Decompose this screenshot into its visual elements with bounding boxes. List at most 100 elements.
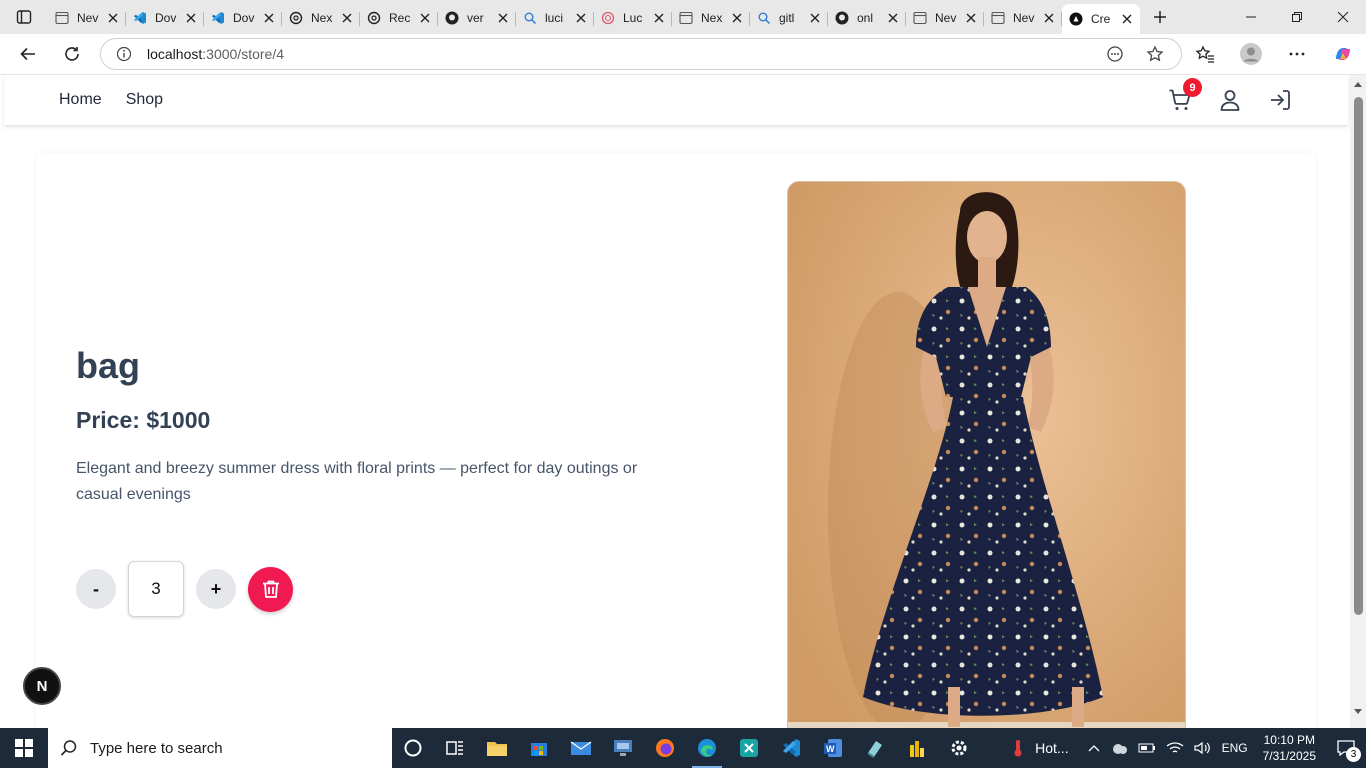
- language-indicator[interactable]: ENG: [1217, 728, 1253, 768]
- tab-close-icon[interactable]: [652, 11, 666, 25]
- openai-icon: [288, 10, 304, 26]
- notification-center-button[interactable]: 3: [1326, 728, 1366, 768]
- product-image: [787, 181, 1186, 728]
- firefox-icon[interactable]: [644, 728, 686, 768]
- taskbar-clock[interactable]: 10:10 PM 7/31/2025: [1253, 732, 1326, 764]
- vscode-icon: [132, 10, 148, 26]
- browser-tab[interactable]: luci: [516, 4, 594, 32]
- nav-link-shop[interactable]: Shop: [126, 91, 163, 109]
- scroll-up-arrow-icon[interactable]: [1353, 79, 1363, 89]
- tab-title: Dov: [155, 11, 177, 25]
- cart-button[interactable]: 9: [1166, 78, 1202, 114]
- favorites-icon[interactable]: [1182, 34, 1228, 74]
- tab-list: Nev Dov Dov Nex Rec ver luci Luc Nex gitl onl Nev Ne…: [48, 0, 1140, 34]
- more-options-icon[interactable]: [1274, 34, 1320, 74]
- file-explorer-icon[interactable]: [476, 728, 518, 768]
- tab-close-icon[interactable]: [496, 11, 510, 25]
- xampp-icon[interactable]: [728, 728, 770, 768]
- weather-icon[interactable]: [1006, 728, 1030, 768]
- edge-icon[interactable]: [686, 728, 728, 768]
- start-button[interactable]: [0, 728, 48, 768]
- browser-tab[interactable]: Rec: [360, 4, 438, 32]
- product-card: bag Price: $1000 Elegant and breezy summ…: [36, 153, 1316, 728]
- tab-close-icon[interactable]: [418, 11, 432, 25]
- browser-tab[interactable]: Nev: [48, 4, 126, 32]
- scroll-down-arrow-icon[interactable]: [1353, 707, 1363, 717]
- onedrive-icon[interactable]: [1105, 728, 1133, 768]
- browser-tab[interactable]: Nex: [672, 4, 750, 32]
- weather-text[interactable]: Hot...: [1030, 728, 1082, 768]
- address-bar[interactable]: localhost:3000/store/4: [100, 38, 1182, 70]
- tab-close-icon[interactable]: [340, 11, 354, 25]
- tab-close-icon[interactable]: [730, 11, 744, 25]
- lucide-icon: [600, 10, 616, 26]
- browser-tab[interactable]: Luc: [594, 4, 672, 32]
- tab-actions-icon[interactable]: [0, 0, 48, 34]
- favorite-star-icon[interactable]: [1139, 40, 1171, 68]
- tab-close-icon[interactable]: [808, 11, 822, 25]
- page-viewport: Home Shop 9 bag Price: $1000 Elegant and…: [0, 74, 1366, 728]
- browser-tab[interactable]: onl: [828, 4, 906, 32]
- quantity-field[interactable]: 3: [128, 561, 184, 617]
- profile-avatar[interactable]: [1228, 34, 1274, 74]
- remote-desktop-icon[interactable]: [602, 728, 644, 768]
- page-scrollbar[interactable]: [1350, 75, 1366, 728]
- tab-close-icon[interactable]: [262, 11, 276, 25]
- browser-tab[interactable]: gitl: [750, 4, 828, 32]
- browser-tab[interactable]: Nex: [282, 4, 360, 32]
- tab-title: onl: [857, 11, 874, 25]
- taskbar-search-box[interactable]: Type here to search: [48, 728, 392, 768]
- tab-title: Dov: [233, 11, 255, 25]
- task-view-icon[interactable]: [434, 728, 476, 768]
- back-button[interactable]: [6, 34, 50, 74]
- tab-close-icon[interactable]: [106, 11, 120, 25]
- new-tab-button[interactable]: [1140, 0, 1180, 34]
- reload-button[interactable]: [50, 34, 94, 74]
- settings-gear-icon[interactable]: [938, 728, 980, 768]
- tab-close-icon[interactable]: [184, 11, 198, 25]
- show-hidden-icons-icon[interactable]: [1083, 728, 1105, 768]
- github-icon: [834, 10, 850, 26]
- tab-close-icon[interactable]: [574, 11, 588, 25]
- cortana-icon[interactable]: [392, 728, 434, 768]
- restore-button[interactable]: [1274, 0, 1320, 34]
- browser-tab-active[interactable]: Cre: [1062, 4, 1140, 34]
- mail-icon[interactable]: [560, 728, 602, 768]
- volume-icon[interactable]: [1189, 728, 1217, 768]
- page-icon: [54, 10, 70, 26]
- page-icon: [678, 10, 694, 26]
- account-button[interactable]: [1216, 86, 1244, 114]
- nav-link-home[interactable]: Home: [59, 91, 102, 109]
- browser-tab[interactable]: ver: [438, 4, 516, 32]
- tab-close-icon[interactable]: [964, 11, 978, 25]
- microsoft-store-icon[interactable]: [518, 728, 560, 768]
- svg-text:W: W: [826, 744, 835, 754]
- nextjs-dev-indicator[interactable]: N: [23, 667, 61, 705]
- remove-from-cart-button[interactable]: [248, 566, 293, 612]
- site-info-icon[interactable]: [101, 46, 147, 62]
- login-button[interactable]: [1266, 86, 1294, 114]
- url-text[interactable]: localhost:3000/store/4: [147, 46, 1099, 62]
- wifi-icon[interactable]: [1161, 728, 1189, 768]
- browser-tab[interactable]: Dov: [126, 4, 204, 32]
- minimize-button[interactable]: [1228, 0, 1274, 34]
- copilot-icon[interactable]: [1320, 34, 1366, 74]
- browser-tab[interactable]: Nev: [984, 4, 1062, 32]
- browser-tab[interactable]: Nev: [906, 4, 984, 32]
- tab-title: ver: [467, 11, 484, 25]
- increase-quantity-button[interactable]: +: [196, 569, 236, 609]
- close-window-button[interactable]: [1320, 0, 1366, 34]
- word-icon[interactable]: W: [812, 728, 854, 768]
- decrease-quantity-button[interactable]: -: [76, 569, 116, 609]
- reading-mode-icon[interactable]: [1099, 40, 1131, 68]
- tool-app-icon[interactable]: [854, 728, 896, 768]
- scrollbar-thumb[interactable]: [1354, 97, 1363, 615]
- tab-close-icon[interactable]: [886, 11, 900, 25]
- vscode-icon[interactable]: [770, 728, 812, 768]
- tab-close-icon[interactable]: [1042, 11, 1056, 25]
- power-bi-icon[interactable]: [896, 728, 938, 768]
- battery-icon[interactable]: [1133, 728, 1161, 768]
- browser-tab[interactable]: Dov: [204, 4, 282, 32]
- trash-icon: [262, 580, 279, 598]
- tab-close-icon[interactable]: [1120, 12, 1134, 26]
